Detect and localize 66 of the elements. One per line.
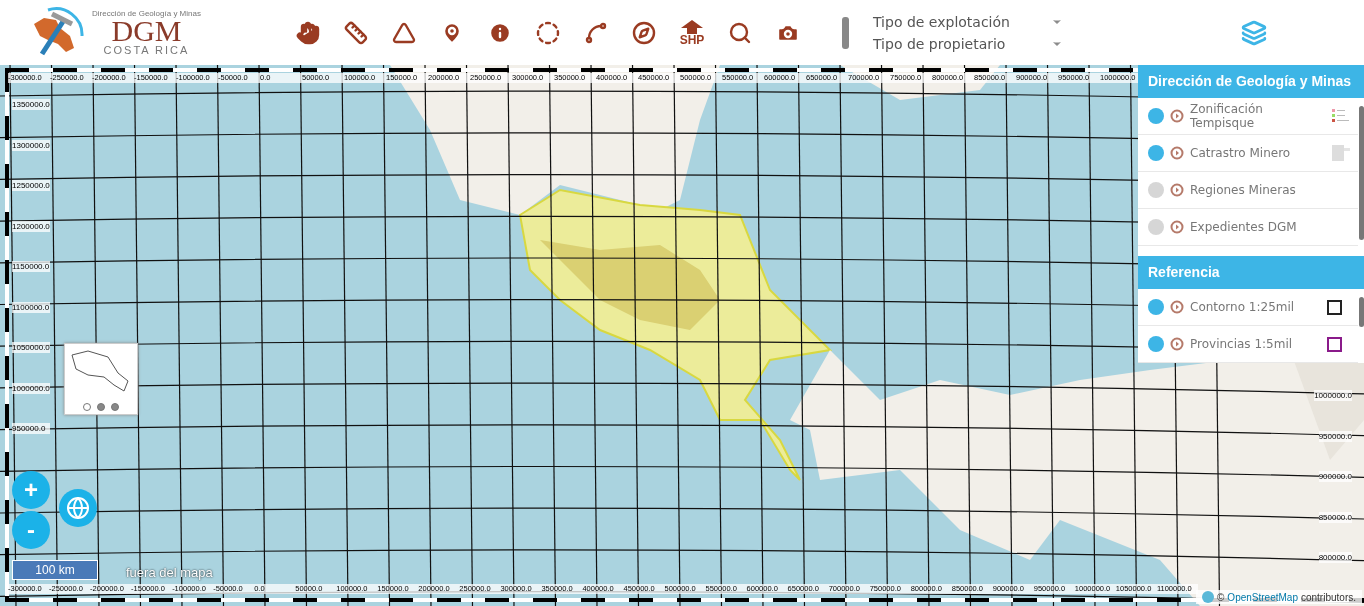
shp-label: SHP <box>679 33 705 46</box>
grid-coordinate-label: 950000.0 <box>12 423 50 434</box>
visibility-toggle[interactable] <box>1148 108 1164 124</box>
play-circle-icon[interactable] <box>1170 146 1184 160</box>
compass-icon <box>632 20 656 45</box>
triangle-icon <box>392 20 416 45</box>
layer-name: Catrastro Minero <box>1190 146 1292 160</box>
panel-section-title: Dirección de Geología y Minas <box>1138 65 1364 98</box>
grid-coordinate-label: 1300000.0 <box>12 139 50 151</box>
ruler-icon <box>344 20 368 45</box>
layers-button[interactable] <box>1241 19 1267 46</box>
grid-coordinate-label: 950000.0 <box>1318 430 1352 442</box>
layer-name: Zonificación Tempisque <box>1190 102 1264 130</box>
layer-name: Expedientes DGM <box>1190 220 1298 234</box>
visibility-toggle[interactable] <box>1148 219 1164 235</box>
scale-bar: 100 km <box>12 560 98 580</box>
play-circle-icon[interactable] <box>1170 300 1184 314</box>
grid-coordinate-label: 1250000.0 <box>12 180 50 191</box>
globe-icon <box>66 496 90 520</box>
grid-coordinate-label: 800000.0 <box>1318 552 1352 563</box>
visibility-toggle[interactable] <box>1148 182 1164 198</box>
freeform-shape-icon <box>584 20 608 45</box>
grid-coordinate-label: 1150000.0 <box>12 261 50 272</box>
legend-thumbnail-icon <box>1332 145 1350 161</box>
play-circle-icon[interactable] <box>1170 337 1184 351</box>
play-circle-icon[interactable] <box>1170 183 1184 197</box>
logo-country: COSTA RICA <box>103 44 190 56</box>
filter-dropdown[interactable]: Tipo de propietario <box>873 35 1063 52</box>
grid-coordinate-label: 1200000.0 <box>12 220 50 232</box>
visibility-toggle[interactable] <box>1148 299 1164 315</box>
attribution-link[interactable]: OpenStreetMap <box>1227 591 1298 603</box>
grid-coordinate-label: 1350000.0 <box>12 99 50 110</box>
layer-name: Regiones Mineras <box>1190 183 1297 197</box>
visibility-toggle[interactable] <box>1148 336 1164 352</box>
carousel-dot[interactable] <box>111 403 119 411</box>
toolbar-separator <box>842 16 849 49</box>
layer-name: Contorno 1:25mil <box>1190 300 1296 314</box>
legend-list-icon <box>1332 109 1350 123</box>
scrollbar[interactable] <box>1359 297 1364 327</box>
grid-coordinate-label: 850000.0 <box>1318 511 1352 523</box>
grid-coordinate-label: 1000000.0 <box>12 382 50 394</box>
grid-coordinate-label: 900000.0 <box>1318 471 1352 482</box>
carousel-dot[interactable] <box>97 403 105 411</box>
carousel-dot[interactable] <box>83 403 91 411</box>
globe-button[interactable] <box>59 489 97 527</box>
logo-subtitle: Dirección de Geología y Minas <box>92 9 201 18</box>
tool-button[interactable]: SHP <box>674 12 710 53</box>
visibility-toggle[interactable] <box>1148 145 1164 161</box>
dashed-circle-icon <box>536 20 560 45</box>
grid-coordinate-label: 1100000.0 <box>12 301 50 313</box>
search-icon <box>728 20 752 45</box>
grid-coordinate-label: 1050000.0 <box>12 342 50 353</box>
play-circle-icon[interactable] <box>1170 109 1184 123</box>
attribution-text: contributors. <box>1300 591 1356 603</box>
grid-coordinate-label: 1000000.0 <box>1314 390 1352 401</box>
hand-icon <box>296 20 320 45</box>
logo-title: DGM <box>111 18 182 44</box>
overview-map[interactable] <box>64 343 138 415</box>
panel-section-title: Referencia <box>1138 256 1364 289</box>
attribution-text: © <box>1217 591 1225 603</box>
play-circle-icon[interactable] <box>1170 220 1184 234</box>
scrollbar[interactable] <box>1359 106 1364 240</box>
filter-dropdown[interactable]: Tipo de explotación <box>873 13 1063 30</box>
upload-arrow-icon <box>681 19 703 34</box>
layers-icon <box>1241 19 1267 46</box>
layer-name: Provincias 1:5mil <box>1190 337 1294 351</box>
